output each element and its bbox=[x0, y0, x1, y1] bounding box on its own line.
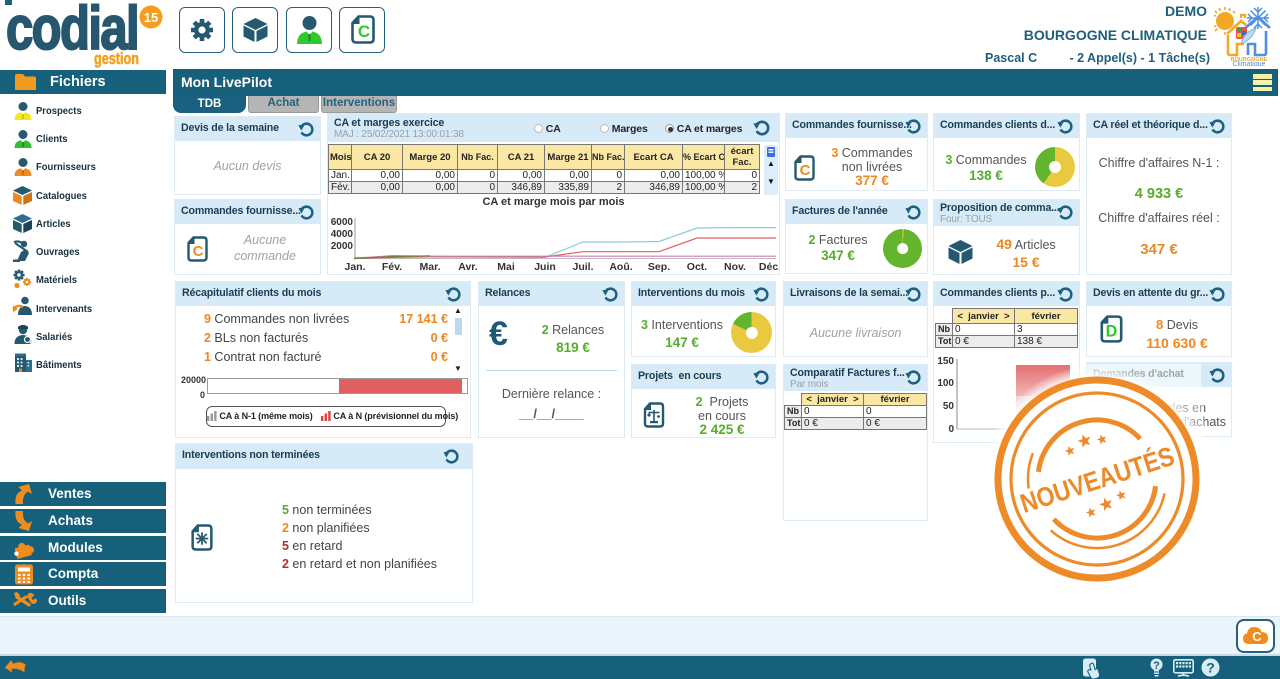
svg-text:150: 150 bbox=[937, 356, 954, 367]
svg-text:Fév.: Fév. bbox=[382, 261, 402, 273]
svg-text:NOUVEAUTÉS: NOUVEAUTÉS bbox=[1016, 440, 1178, 519]
svg-text:?: ? bbox=[1153, 660, 1160, 672]
svg-text:C: C bbox=[193, 243, 204, 260]
svg-text:Aoû.: Aoû. bbox=[609, 261, 632, 273]
svg-text:C: C bbox=[1252, 629, 1262, 644]
svg-text:2000: 2000 bbox=[331, 241, 354, 252]
svg-text:Juin: Juin bbox=[534, 261, 556, 273]
svg-text:gestion: gestion bbox=[94, 49, 139, 68]
svg-text:Mar.: Mar. bbox=[419, 261, 440, 273]
svg-text:Climatique: Climatique bbox=[1232, 61, 1265, 66]
svg-text:C: C bbox=[358, 22, 370, 41]
svg-text:Juil.: Juil. bbox=[572, 261, 593, 273]
svg-text:C: C bbox=[800, 162, 811, 179]
svg-text:Jan.: Jan. bbox=[344, 261, 365, 273]
svg-text:Oct.: Oct. bbox=[687, 261, 708, 273]
svg-text:15: 15 bbox=[144, 10, 158, 25]
svg-text:Mai: Mai bbox=[497, 261, 515, 273]
svg-text:50: 50 bbox=[943, 401, 955, 412]
svg-text:100: 100 bbox=[937, 378, 954, 389]
svg-text:4000: 4000 bbox=[331, 229, 354, 240]
svg-text:Avr.: Avr. bbox=[458, 261, 478, 273]
svg-text:Nov.: Nov. bbox=[724, 261, 746, 273]
svg-text:?: ? bbox=[1206, 660, 1215, 676]
svg-text:6000: 6000 bbox=[331, 217, 354, 228]
svg-text:Sep.: Sep. bbox=[648, 261, 670, 273]
svg-text:Déc.: Déc. bbox=[759, 261, 779, 273]
